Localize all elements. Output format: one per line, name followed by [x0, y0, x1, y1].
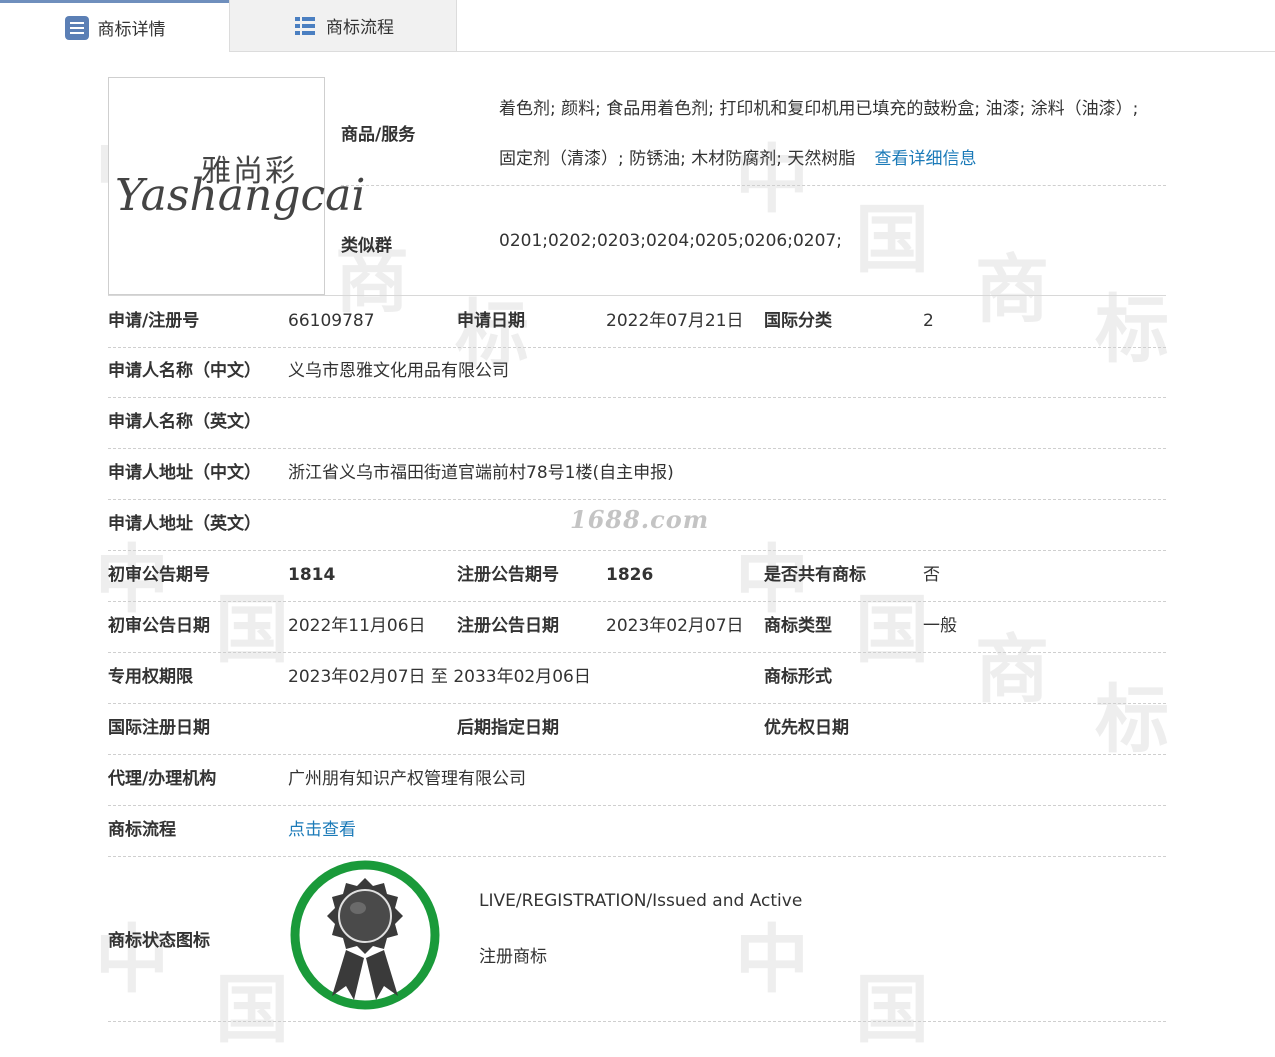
row-reg-no: 申请/注册号 66109787 申请日期 2022年07月21日 国际分类 2 [108, 295, 1166, 348]
app-date-value: 2022年07月21日 [606, 311, 744, 331]
address-cn-value: 浙江省义乌市福田街道官端前村78号1楼(自主申报) [288, 463, 674, 483]
tab-bar: 商标详情 商标流程 [0, 0, 1275, 52]
tab-label: 商标详情 [97, 20, 166, 40]
intl-class-label: 国际分类 [764, 311, 832, 331]
reg-no-value: 66109787 [288, 311, 375, 331]
row-applicant-en: 申请人名称（英文） [108, 397, 1166, 449]
status-label: 商标状态图标 [108, 931, 210, 951]
trademark-logo: 雅尚彩 Yashangcai [108, 77, 365, 295]
reg-pub-no-value: 1826 [606, 565, 654, 585]
similar-group-row: 类似群 0201;0202;0203;0204;0205;0206;0207; [341, 185, 1166, 295]
agent-value: 广州朋有知识产权管理有限公司 [288, 769, 526, 789]
reg-pub-date-value: 2023年02月07日 [606, 616, 744, 636]
shared-label: 是否共有商标 [764, 565, 866, 585]
applicant-cn-label: 申请人名称（中文） [108, 361, 261, 381]
app-date-label: 申请日期 [457, 311, 525, 331]
tab-trademark-details[interactable]: 商标详情 [0, 0, 229, 52]
row-process: 商标流程 点击查看 [108, 805, 1166, 857]
term-label: 专用权期限 [108, 667, 193, 687]
goods-line-1: 着色剂; 颜料; 食品用着色剂; 打印机和复印机用已填充的鼓粉盒; 油漆; 涂料… [499, 99, 1139, 119]
document-list-icon [64, 15, 90, 41]
similar-value: 0201;0202;0203;0204;0205;0206;0207; [499, 231, 842, 251]
tab-label: 商标流程 [326, 18, 394, 38]
row-term: 专用权期限 2023年02月07日 至 2033年02月06日 商标形式 [108, 652, 1166, 704]
row-agent: 代理/办理机构 广州朋有知识产权管理有限公司 [108, 754, 1166, 806]
prelim-date-value: 2022年11月06日 [288, 616, 426, 636]
address-cn-label: 申请人地址（中文） [108, 463, 261, 483]
status-cn: 注册商标 [479, 947, 547, 967]
reg-no-label: 申请/注册号 [108, 311, 200, 331]
type-label: 商标类型 [764, 616, 832, 636]
agent-label: 代理/办理机构 [108, 769, 217, 789]
view-process-link[interactable]: 点击查看 [288, 805, 356, 855]
row-status: 商标状态图标 LIVE/REGISTRATION/Issued and Acti… [108, 856, 1166, 1022]
goods-line-2: 固定剂（清漆）; 防锈油; 木材防腐剂; 天然树脂 [499, 149, 856, 169]
address-en-label: 申请人地址（英文） [108, 514, 261, 534]
shared-value: 否 [923, 565, 940, 585]
reg-pub-no-label: 注册公告期号 [457, 565, 559, 585]
reg-pub-date-label: 注册公告日期 [457, 616, 559, 636]
intl-class-value: 2 [923, 311, 934, 331]
row-other-dates: 国际注册日期 后期指定日期 优先权日期 [108, 703, 1166, 755]
goods-services-row: 商品/服务 着色剂; 颜料; 食品用着色剂; 打印机和复印机用已填充的鼓粉盒; … [341, 77, 1166, 186]
row-address-en: 申请人地址（英文） [108, 499, 1166, 551]
registered-badge-icon [288, 858, 442, 1016]
prelim-no-label: 初审公告期号 [108, 565, 210, 585]
priority-date-label: 优先权日期 [764, 718, 849, 738]
applicant-en-label: 申请人名称（英文） [108, 412, 261, 432]
prelim-date-label: 初审公告日期 [108, 616, 210, 636]
row-applicant-cn: 申请人名称（中文） 义乌市恩雅文化用品有限公司 [108, 346, 1166, 398]
row-publication-no: 初审公告期号 1814 注册公告期号 1826 是否共有商标 否 [108, 550, 1166, 602]
intl-reg-date-label: 国际注册日期 [108, 718, 210, 738]
prelim-no-value: 1814 [288, 565, 336, 585]
later-date-label: 后期指定日期 [457, 718, 559, 738]
type-value: 一般 [923, 616, 957, 636]
similar-label: 类似群 [341, 236, 392, 256]
view-detail-link[interactable]: 查看详细信息 [875, 149, 977, 169]
goods-label: 商品/服务 [341, 125, 416, 145]
table-list-icon [292, 13, 318, 39]
process-label: 商标流程 [108, 820, 176, 840]
logo-en-text: Yashangcai [115, 170, 366, 221]
row-address-cn: 申请人地址（中文） 浙江省义乌市福田街道官端前村78号1楼(自主申报) [108, 448, 1166, 500]
tab-trademark-process[interactable]: 商标流程 [229, 0, 457, 51]
form-label: 商标形式 [764, 667, 832, 687]
applicant-cn-value: 义乌市恩雅文化用品有限公司 [288, 361, 509, 381]
status-en: LIVE/REGISTRATION/Issued and Active [479, 891, 803, 911]
row-publication-date: 初审公告日期 2022年11月06日 注册公告日期 2023年02月07日 商标… [108, 601, 1166, 653]
term-value: 2023年02月07日 至 2033年02月06日 [288, 667, 591, 687]
goods-line-2-wrap: 固定剂（清漆）; 防锈油; 木材防腐剂; 天然树脂 查看详细信息 [499, 144, 977, 169]
